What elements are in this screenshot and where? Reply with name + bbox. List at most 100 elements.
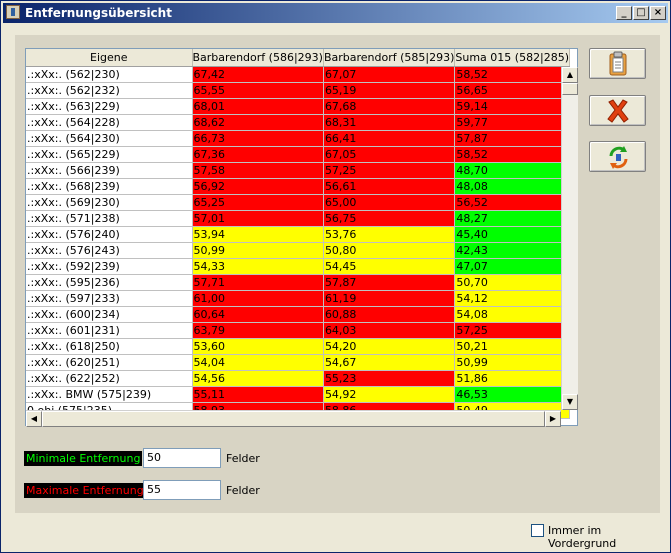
vertical-scrollbar[interactable]: ▲ ▼: [561, 67, 578, 410]
village-name-cell[interactable]: .:xXx:. (622|252): [26, 370, 193, 387]
table-row[interactable]: .:xXx:. (564|230) 66,73 66,41 57,87: [26, 130, 571, 147]
distance-cell[interactable]: 68,31: [323, 114, 456, 131]
table-row[interactable]: .:xXx:. (568|239) 56,92 56,61 48,08: [26, 178, 571, 195]
distance-cell[interactable]: 48,70: [454, 162, 571, 179]
village-name-cell[interactable]: .:xXx:. (601|231): [26, 322, 193, 339]
village-name-cell[interactable]: .:xXx:. (566|239): [26, 162, 193, 179]
distance-cell[interactable]: 56,61: [323, 178, 456, 195]
table-row[interactable]: .:xXx:. BMW (575|239) 55,11 54,92 46,53: [26, 386, 571, 403]
always-on-top-label[interactable]: Immer im Vordergrund: [548, 524, 670, 550]
table-row[interactable]: .:xXx:. (562|232) 65,55 65,19 56,65: [26, 82, 571, 99]
distance-cell[interactable]: 45,40: [454, 226, 571, 243]
distance-cell[interactable]: 59,77: [454, 114, 571, 131]
scroll-left-arrow-icon[interactable]: ◀: [26, 411, 42, 427]
village-name-cell[interactable]: .:xXx:. (576|240): [26, 226, 193, 243]
distance-cell[interactable]: 57,25: [454, 322, 571, 339]
table-row[interactable]: .:xXx:. (595|236) 57,71 57,87 50,70: [26, 274, 571, 291]
distance-cell[interactable]: 56,65: [454, 82, 571, 99]
distance-cell[interactable]: 54,12: [454, 290, 571, 307]
distance-cell[interactable]: 46,53: [454, 386, 571, 403]
always-on-top-checkbox[interactable]: [531, 524, 544, 537]
distance-cell[interactable]: 57,25: [323, 162, 456, 179]
table-row[interactable]: .:xXx:. (563|229) 68,01 67,68 59,14: [26, 98, 571, 115]
distance-cell[interactable]: 61,19: [323, 290, 456, 307]
distance-cell[interactable]: 67,42: [192, 66, 324, 83]
scroll-right-arrow-icon[interactable]: ▶: [545, 411, 561, 427]
distance-cell[interactable]: 59,14: [454, 98, 571, 115]
distance-cell[interactable]: 54,08: [454, 306, 571, 323]
distance-cell[interactable]: 57,71: [192, 274, 324, 291]
village-name-cell[interactable]: .:xXx:. (618|250): [26, 338, 193, 355]
distance-cell[interactable]: 63,79: [192, 322, 324, 339]
column-header-own[interactable]: Eigene: [26, 49, 193, 67]
column-header-target-3[interactable]: Suma 015 (582|285): [454, 49, 571, 67]
village-name-cell[interactable]: .:xXx:. (597|233): [26, 290, 193, 307]
column-header-target-1[interactable]: Barbarendorf (586|293): [192, 49, 324, 67]
close-button[interactable]: ×: [650, 6, 666, 20]
distance-cell[interactable]: 68,01: [192, 98, 324, 115]
distance-cell[interactable]: 57,01: [192, 210, 324, 227]
table-row[interactable]: .:xXx:. (576|240) 53,94 53,76 45,40: [26, 226, 571, 243]
distance-table[interactable]: Eigene Barbarendorf (586|293) Barbarendo…: [25, 48, 578, 426]
table-row[interactable]: .:xXx:. (576|243) 50,99 50,80 42,43: [26, 242, 571, 259]
village-name-cell[interactable]: .:xXx:. (564|230): [26, 130, 193, 147]
village-name-cell[interactable]: .:xXx:. (571|238): [26, 210, 193, 227]
distance-cell[interactable]: 66,41: [323, 130, 456, 147]
distance-cell[interactable]: 42,43: [454, 242, 571, 259]
distance-cell[interactable]: 54,92: [323, 386, 456, 403]
min-distance-field[interactable]: 50: [143, 448, 221, 468]
distance-cell[interactable]: 65,25: [192, 194, 324, 211]
table-row[interactable]: .:xXx:. (620|251) 54,04 54,67 50,99: [26, 354, 571, 371]
table-row[interactable]: .:xXx:. (622|252) 54,56 55,23 51,86: [26, 370, 571, 387]
distance-cell[interactable]: 50,99: [192, 242, 324, 259]
distance-cell[interactable]: 60,88: [323, 306, 456, 323]
distance-cell[interactable]: 57,87: [323, 274, 456, 291]
distance-cell[interactable]: 54,04: [192, 354, 324, 371]
distance-cell[interactable]: 56,92: [192, 178, 324, 195]
horizontal-scrollbar[interactable]: ◀ ▶: [26, 410, 561, 427]
table-row[interactable]: .:xXx:. (566|239) 57,58 57,25 48,70: [26, 162, 571, 179]
distance-cell[interactable]: 55,11: [192, 386, 324, 403]
distance-cell[interactable]: 58,52: [454, 146, 571, 163]
table-row[interactable]: .:xXx:. (597|233) 61,00 61,19 54,12: [26, 290, 571, 307]
distance-cell[interactable]: 50,21: [454, 338, 571, 355]
distance-cell[interactable]: 53,76: [323, 226, 456, 243]
distance-cell[interactable]: 57,87: [454, 130, 571, 147]
table-row[interactable]: .:xXx:. (569|230) 65,25 65,00 56,52: [26, 194, 571, 211]
table-row[interactable]: .:xXx:. (600|234) 60,64 60,88 54,08: [26, 306, 571, 323]
village-name-cell[interactable]: .:xXx:. (620|251): [26, 354, 193, 371]
table-row[interactable]: .:xXx:. (565|229) 67,36 67,05 58,52: [26, 146, 571, 163]
horizontal-scroll-thumb[interactable]: [42, 411, 545, 427]
distance-cell[interactable]: 61,00: [192, 290, 324, 307]
max-distance-field[interactable]: 55: [143, 480, 221, 500]
table-row[interactable]: .:xXx:. (562|230) 67,42 67,07 58,52: [26, 66, 571, 83]
scroll-up-arrow-icon[interactable]: ▲: [562, 67, 578, 83]
distance-cell[interactable]: 65,55: [192, 82, 324, 99]
distance-cell[interactable]: 50,70: [454, 274, 571, 291]
village-name-cell[interactable]: .:xXx:. (562|232): [26, 82, 193, 99]
distance-cell[interactable]: 67,07: [323, 66, 456, 83]
village-name-cell[interactable]: .:xXx:. BMW (575|239): [26, 386, 193, 403]
distance-cell[interactable]: 67,05: [323, 146, 456, 163]
copy-clipboard-button[interactable]: [589, 48, 646, 79]
village-name-cell[interactable]: .:xXx:. (564|228): [26, 114, 193, 131]
minimize-button[interactable]: _: [616, 6, 632, 20]
distance-cell[interactable]: 60,64: [192, 306, 324, 323]
column-header-target-2[interactable]: Barbarendorf (585|293): [323, 49, 456, 67]
maximize-button[interactable]: □: [633, 6, 649, 20]
village-name-cell[interactable]: .:xXx:. (562|230): [26, 66, 193, 83]
distance-cell[interactable]: 53,60: [192, 338, 324, 355]
distance-cell[interactable]: 68,62: [192, 114, 324, 131]
village-name-cell[interactable]: .:xXx:. (565|229): [26, 146, 193, 163]
distance-cell[interactable]: 54,20: [323, 338, 456, 355]
distance-cell[interactable]: 57,58: [192, 162, 324, 179]
village-name-cell[interactable]: .:xXx:. (563|229): [26, 98, 193, 115]
distance-cell[interactable]: 56,52: [454, 194, 571, 211]
distance-cell[interactable]: 54,33: [192, 258, 324, 275]
village-name-cell[interactable]: .:xXx:. (569|230): [26, 194, 193, 211]
distance-cell[interactable]: 50,80: [323, 242, 456, 259]
distance-cell[interactable]: 47,07: [454, 258, 571, 275]
distance-cell[interactable]: 55,23: [323, 370, 456, 387]
refresh-button[interactable]: [589, 141, 646, 172]
scroll-down-arrow-icon[interactable]: ▼: [562, 394, 578, 410]
